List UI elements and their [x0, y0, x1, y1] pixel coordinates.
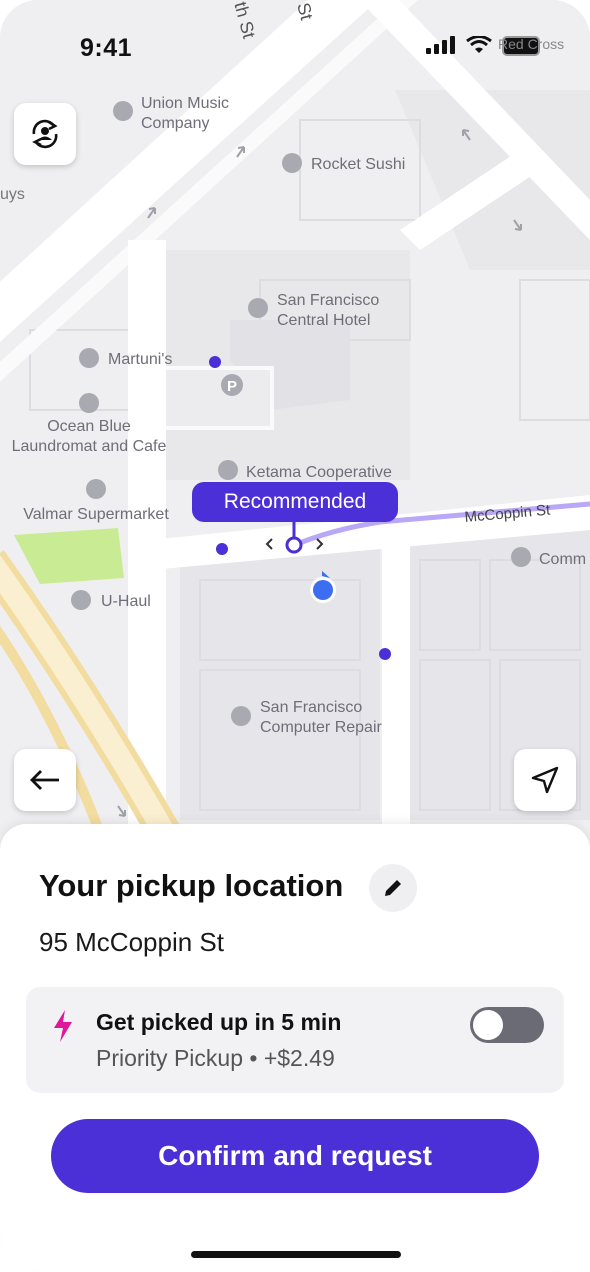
edit-pickup-button[interactable]: [369, 864, 417, 912]
user-location-dot: [313, 580, 333, 600]
battery-icon: Red Cross: [498, 36, 564, 56]
poi-label: Computer Repair: [260, 719, 383, 736]
poi-label: Rocket Sushi: [311, 156, 405, 173]
alt-pickup-dot[interactable]: [216, 543, 228, 555]
pickup-address: 95 McCoppin St: [39, 927, 224, 957]
poi-label: Ocean Blue: [47, 418, 131, 435]
confirm-request-button[interactable]: Confirm and request: [51, 1119, 539, 1193]
priority-subtitle: Priority Pickup • +$2.49: [96, 1045, 335, 1071]
pickup-sheet: Your pickup location 95 McCoppin St Get …: [0, 824, 590, 1272]
priority-pickup-card[interactable]: Get picked up in 5 min Priority Pickup •…: [26, 987, 564, 1093]
status-time: 9:41: [80, 34, 133, 62]
pencil-icon: [385, 880, 401, 896]
switch-rider-icon: [32, 119, 58, 149]
lightning-icon: [54, 1010, 72, 1042]
poi-label: San Francisco: [260, 699, 362, 716]
back-button[interactable]: [14, 749, 76, 811]
poi-label: Central Hotel: [277, 312, 370, 329]
navigation-arrow-icon: [531, 766, 559, 794]
signal-icon: [426, 36, 455, 54]
priority-title: Get picked up in 5 min: [96, 1009, 342, 1035]
switch-rider-button[interactable]: [14, 103, 76, 165]
poi-label: Laundromat and Cafe: [12, 438, 167, 455]
poi-label: Ketama Cooperative: [246, 464, 392, 481]
sheet-title: Your pickup location: [39, 868, 344, 903]
carrier-label: Red Cross: [498, 36, 565, 52]
priority-toggle[interactable]: [470, 1007, 544, 1043]
alt-pickup-dot[interactable]: [209, 356, 221, 368]
poi-label: U-Haul: [101, 593, 151, 610]
toggle-knob: [473, 1010, 503, 1040]
wifi-icon: [466, 36, 492, 53]
poi-label: Martuni's: [108, 351, 172, 368]
poi-label: Union Music: [141, 95, 229, 112]
app-screen: th St St McCoppin St uys P Union Music C…: [0, 0, 590, 1272]
poi-label: Company: [141, 115, 209, 132]
poi-label: Comm: [539, 551, 586, 568]
map-edge-label: uys: [0, 186, 25, 203]
status-icons: Red Cross: [426, 36, 564, 56]
poi-label: Valmar Supermarket: [23, 506, 169, 523]
home-indicator: [191, 1251, 401, 1258]
recommended-pickup-label[interactable]: Recommended: [192, 482, 398, 522]
pickup-pin[interactable]: [285, 536, 303, 554]
poi-label: San Francisco: [277, 292, 379, 309]
map-view[interactable]: th St St McCoppin St uys P Union Music C…: [0, 0, 590, 860]
parking-icon: P: [227, 378, 237, 395]
arrow-left-icon: [30, 770, 59, 790]
alt-pickup-dot[interactable]: [379, 648, 391, 660]
locate-me-button[interactable]: [514, 749, 576, 811]
